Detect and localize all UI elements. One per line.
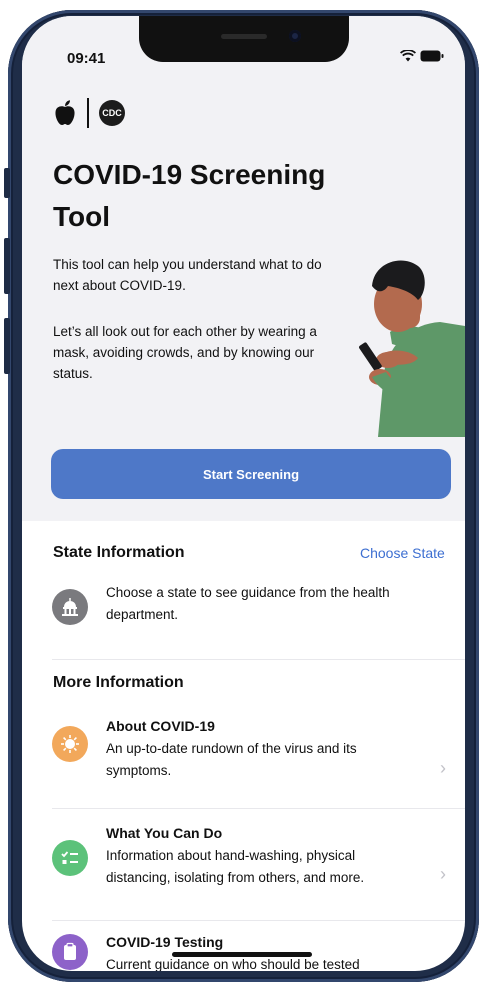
list-item-description: An up-to-date rundown of the virus and i… [106, 741, 357, 778]
list-item-title: COVID-19 Testing [106, 934, 224, 950]
list-item-title: About COVID-19 [106, 718, 215, 734]
speaker-grille [221, 34, 267, 39]
list-item-description: Information about hand-washing, physical… [106, 848, 365, 885]
partner-logos: CDC [53, 98, 125, 128]
checklist-icon [52, 840, 88, 876]
apple-icon [55, 100, 75, 125]
section-divider [52, 659, 465, 660]
logo-divider [87, 98, 89, 128]
wifi-icon [400, 50, 416, 62]
status-time: 09:41 [67, 50, 106, 67]
person-with-phone-illustration [359, 260, 465, 437]
battery-icon [420, 50, 444, 62]
state-information-heading: State Information [53, 544, 185, 561]
home-indicator[interactable] [172, 952, 312, 957]
notch [139, 16, 349, 62]
list-divider [52, 808, 465, 809]
cdc-logo: CDC [99, 100, 125, 126]
intro-text: This tool can help you understand what t… [53, 257, 322, 293]
list-divider [52, 920, 465, 921]
list-item-covid-testing[interactable]: COVID-19 Testing Current guidance on who… [22, 928, 465, 971]
status-icons [400, 50, 444, 62]
chevron-right-icon: › [440, 864, 446, 884]
volume-up-button [4, 238, 10, 294]
page-title: COVID-19 Screening Tool [53, 159, 326, 232]
more-information-heading: More Information [53, 674, 184, 691]
reminder-text: Let’s all look out for each other by wea… [53, 324, 317, 381]
volume-down-button [4, 318, 10, 374]
chevron-right-icon: › [440, 758, 446, 778]
list-item-title: What You Can Do [106, 825, 223, 841]
app-screen: 09:41 CDC COVID-19 Screening Tool This t… [22, 16, 465, 971]
list-item-about-covid[interactable]: About COVID-19 An up-to-date rundown of … [22, 714, 465, 806]
mute-switch [4, 168, 10, 198]
virus-icon [52, 726, 88, 762]
capitol-building-icon [52, 589, 88, 625]
front-camera [289, 30, 301, 42]
start-screening-button[interactable]: Start Screening [51, 449, 451, 499]
choose-state-link[interactable]: Choose State [360, 545, 445, 561]
clipboard-icon [52, 934, 88, 970]
list-item-what-you-can-do[interactable]: What You Can Do Information about hand-w… [22, 820, 465, 920]
state-guidance-text: Choose a state to see guidance from the … [106, 585, 390, 622]
state-guidance-row[interactable]: Choose a state to see guidance from the … [22, 579, 465, 649]
